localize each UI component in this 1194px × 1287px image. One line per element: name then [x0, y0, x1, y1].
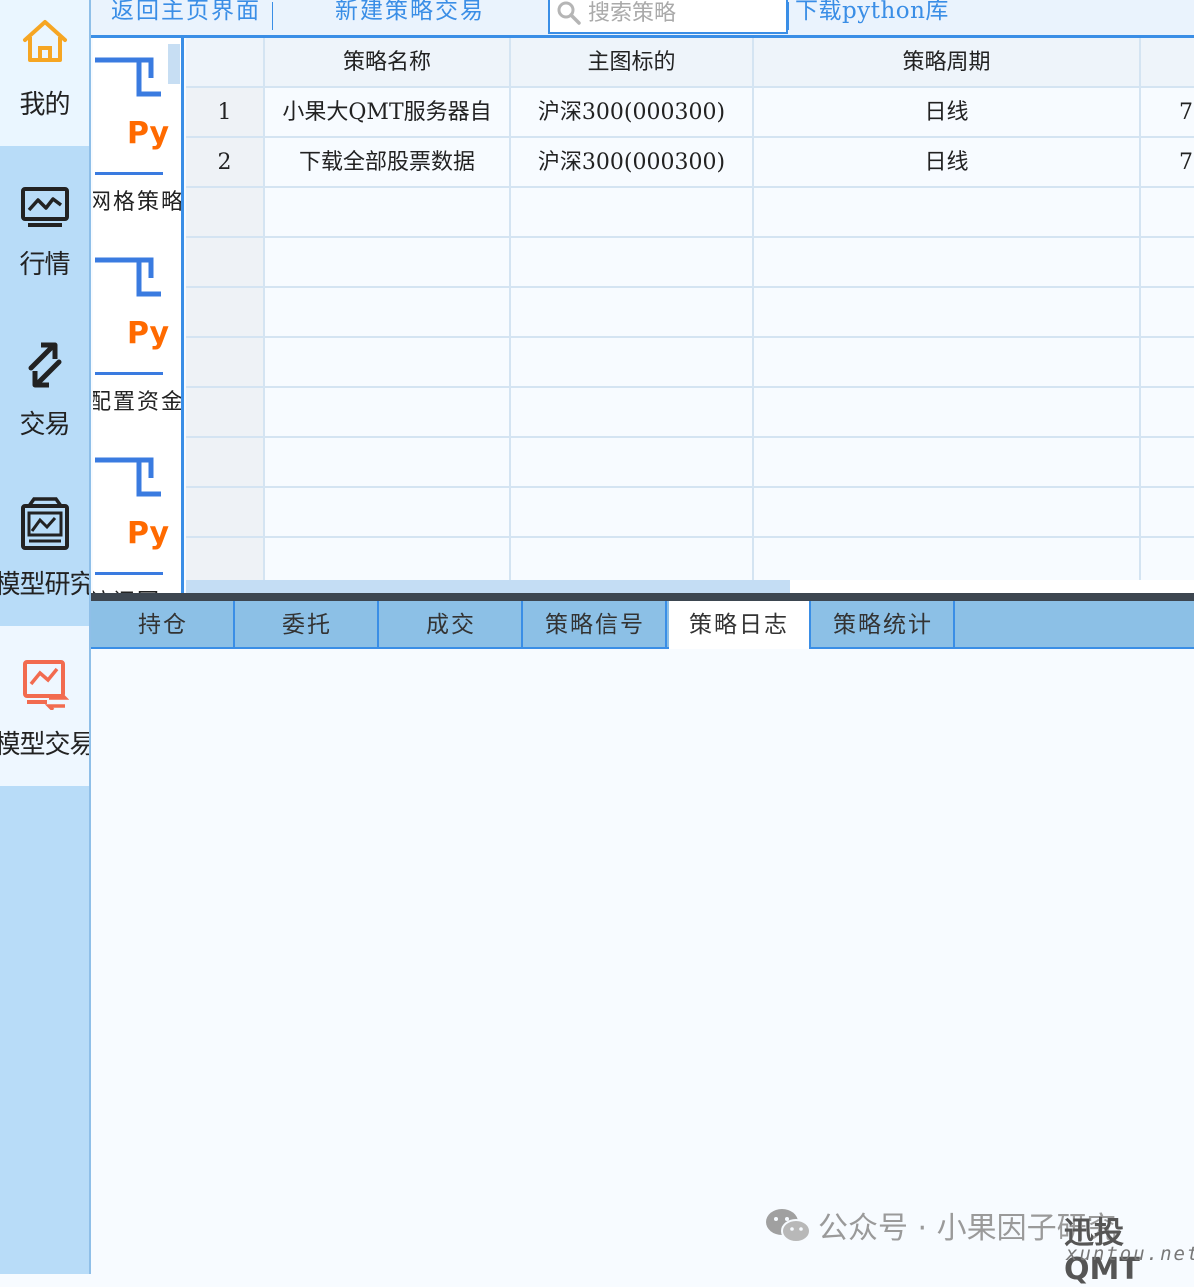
table-row-empty [186, 388, 1194, 438]
sidebar: 我的 行情 交易 模型研究 模型交易 [0, 0, 91, 1274]
tab-strategy-log[interactable]: 策略日志 [669, 601, 811, 649]
tab-trades[interactable]: 成交 [381, 601, 523, 649]
strategy-name-cell: 小果大QMT服务器自 [265, 88, 511, 138]
strategy-name: 配置资金 [93, 390, 184, 415]
chart-monitor-icon [20, 186, 70, 232]
log-content-area [92, 651, 1194, 1274]
table-header: 策略名称 主图标的 策略周期 [186, 38, 1194, 88]
panel-splitter[interactable] [91, 593, 1194, 601]
sidebar-item-market[interactable]: 行情 [0, 170, 89, 330]
home-icon [20, 16, 70, 70]
strategy-list-scrollbar[interactable] [168, 44, 180, 84]
model-research-icon [20, 496, 70, 556]
table-horizontal-scrollbar[interactable] [186, 580, 790, 593]
py-badge: Py [127, 116, 170, 151]
py-badge: Py [127, 516, 170, 551]
tab-orders[interactable]: 委托 [237, 601, 379, 649]
table-row-empty [186, 288, 1194, 338]
row-index: 1 [186, 88, 265, 138]
new-strategy-button[interactable]: 新建策略交易 [335, 0, 485, 32]
column-header-extra[interactable] [1141, 38, 1194, 88]
period-cell: 日线 [754, 138, 1141, 188]
search-input[interactable] [588, 0, 778, 28]
tab-strategy-signals[interactable]: 策略信号 [525, 601, 667, 649]
sidebar-label-market: 行情 [19, 250, 70, 280]
strategy-list: Py 网格策略 Py 配置资金 Py 访问回 [93, 38, 184, 593]
tab-positions[interactable]: 持仓 [93, 601, 235, 649]
watermark-site: xuntou.net [1066, 1243, 1194, 1265]
row-index: 2 [186, 138, 265, 188]
sidebar-label-model-trade: 模型交易 [0, 730, 89, 760]
sidebar-label-home: 我的 [19, 90, 70, 120]
table-row-empty [186, 238, 1194, 288]
model-trade-icon [21, 658, 69, 714]
python-logo-icon [95, 256, 163, 302]
sidebar-label-model-research: 模型研究 [0, 570, 89, 600]
sidebar-item-trade[interactable]: 交易 [0, 330, 89, 490]
extra-cell: 7 [1141, 138, 1194, 188]
strategy-name: 网格策略 [93, 190, 184, 215]
table-row-empty [186, 538, 1194, 583]
toolbar-separator [272, 2, 273, 30]
strategy-name: 访问回 [93, 584, 161, 593]
table-row[interactable]: 2 下载全部股票数据 沪深300(000300) 日线 7 [186, 138, 1194, 188]
period-cell: 日线 [754, 88, 1141, 138]
column-header-name[interactable]: 策略名称 [265, 38, 511, 88]
strategy-card[interactable]: Py 访问回 [93, 438, 181, 593]
python-logo-icon [95, 56, 163, 102]
table-row[interactable]: 1 小果大QMT服务器自 沪深300(000300) 日线 7 [186, 88, 1194, 138]
table-row-empty [186, 438, 1194, 488]
strategy-card[interactable]: Py 配置资金 [93, 238, 184, 438]
exchange-arrows-icon [21, 340, 69, 394]
toolbar: 返回主页界面 新建策略交易 下载python库 [91, 0, 1194, 38]
symbol-cell: 沪深300(000300) [511, 138, 754, 188]
strategy-name-cell: 下载全部股票数据 [265, 138, 511, 188]
table-row-empty [186, 488, 1194, 538]
card-divider [95, 572, 163, 575]
card-divider [95, 172, 163, 175]
column-header-period[interactable]: 策略周期 [754, 38, 1141, 88]
sidebar-item-model-trade[interactable]: 模型交易 [0, 626, 89, 786]
wechat-icon [765, 1207, 811, 1249]
back-home-button[interactable]: 返回主页界面 [111, 0, 261, 32]
table-row-empty [186, 338, 1194, 388]
sidebar-item-home[interactable]: 我的 [0, 0, 89, 146]
search-icon[interactable] [556, 0, 582, 30]
card-divider [95, 372, 163, 375]
symbol-cell: 沪深300(000300) [511, 88, 754, 138]
python-logo-icon [95, 456, 163, 502]
download-python-button[interactable]: 下载python库 [795, 0, 949, 32]
extra-cell: 7 [1141, 88, 1194, 138]
column-header-index [186, 38, 265, 88]
column-header-symbol[interactable]: 主图标的 [511, 38, 754, 88]
toolbar-separator [788, 2, 789, 30]
strategy-table: 策略名称 主图标的 策略周期 1 小果大QMT服务器自 沪深300(000300… [186, 38, 1194, 583]
py-badge: Py [127, 316, 170, 351]
sidebar-label-trade: 交易 [19, 410, 70, 440]
bottom-tab-bar: 持仓 委托 成交 策略信号 策略日志 策略统计 [91, 601, 1194, 649]
scrollbar-track[interactable] [790, 580, 1194, 593]
table-row-empty [186, 188, 1194, 238]
tab-strategy-stats[interactable]: 策略统计 [813, 601, 955, 649]
search-box [548, 0, 788, 34]
